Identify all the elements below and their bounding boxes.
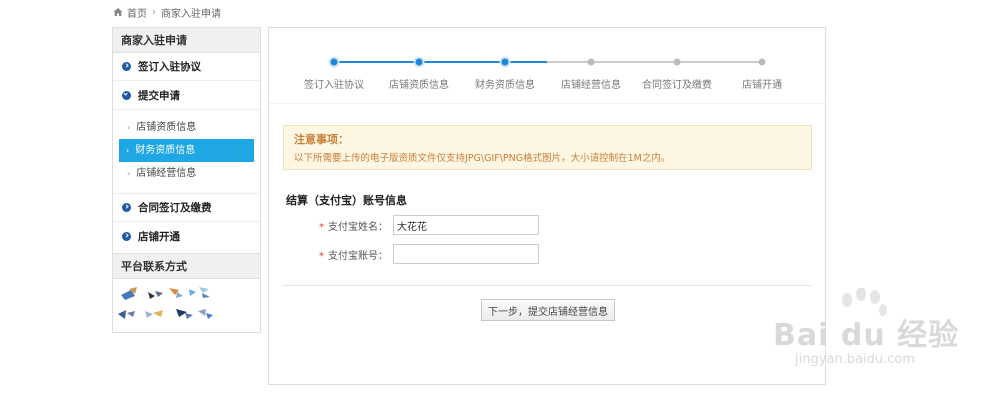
progress-dot [330, 58, 338, 66]
progress-track [328, 56, 766, 68]
sidebar-subitem-finance-qualification[interactable]: › 财务资质信息 [119, 139, 254, 162]
notice-box: 注意事项： 以下所需要上传的电子版资质文件仅支持JPG\GIF\PNG格式图片，… [283, 125, 812, 170]
chevron-circle-right-icon [122, 62, 131, 71]
chevron-right-icon: › [126, 146, 130, 155]
required-mark: * [319, 221, 324, 233]
progress-dot [501, 58, 509, 66]
sidebar-sublist: › 店铺资质信息 › 财务资质信息 › 店铺经营信息 [113, 109, 260, 194]
sidebar-title: 商家入驻申请 [113, 28, 260, 53]
notice-body: 以下所需要上传的电子版资质文件仅支持JPG\GIF\PNG格式图片，大小请控制在… [294, 153, 671, 164]
progress-dot [587, 58, 595, 66]
alipay-account-input[interactable] [393, 244, 539, 264]
section-title: 结算（支付宝）账号信息 [286, 194, 407, 207]
contact-image-pixelated [113, 279, 260, 329]
progress-step-label: 财务资质信息 [475, 80, 535, 91]
chevron-circle-right-icon [122, 203, 131, 212]
sidebar-subitem-label: 财务资质信息 [135, 145, 196, 156]
sidebar-subitem-shop-qualification[interactable]: › 店铺资质信息 [113, 116, 260, 139]
sidebar-step-submit[interactable]: 提交申请 [113, 81, 260, 109]
alipay-name-row: * 支付宝姓名： [269, 215, 539, 235]
alipay-account-label: * 支付宝账号： [269, 247, 393, 262]
sidebar-step-label: 合同签订及缴费 [138, 202, 212, 214]
breadcrumb-home-link[interactable]: 首页 [127, 5, 147, 20]
progress-step-label: 店铺经营信息 [561, 80, 621, 91]
breadcrumb-current: 商家入驻申请 [161, 8, 221, 20]
progress-dot [673, 58, 681, 66]
baidu-watermark: Bai du 经验 jingyan.baidu.com [765, 288, 958, 370]
next-step-button[interactable]: 下一步，提交店铺经营信息 [481, 299, 615, 321]
chevron-circle-down-icon [122, 90, 131, 100]
progress-step-label: 店铺开通 [742, 80, 782, 91]
alipay-name-label: * 支付宝姓名： [269, 218, 393, 233]
contact-title: 平台联系方式 [113, 253, 260, 279]
progress-dot [758, 58, 766, 66]
progress-dot [415, 58, 423, 66]
main-panel: 签订入驻协议 店铺资质信息 财务资质信息 店铺经营信息 合同签订及缴费 店铺开通 注意事项… [268, 27, 826, 385]
progress-step-label: 签订入驻协议 [304, 80, 364, 91]
sidebar-step-agreement[interactable]: 签订入驻协议 [113, 53, 260, 81]
required-mark: * [319, 250, 324, 262]
sidebar-step-label: 签订入驻协议 [138, 61, 201, 73]
chevron-right-icon: › [127, 169, 131, 178]
alipay-account-row: * 支付宝账号： [269, 244, 539, 264]
sidebar-subitem-label: 店铺经营信息 [136, 168, 197, 179]
watermark-text: Bai du 经验 [773, 318, 960, 353]
chevron-right-icon: › [152, 6, 156, 18]
label-text: 支付宝账号： [328, 250, 388, 262]
home-icon [113, 8, 123, 16]
chevron-circle-right-icon [122, 231, 131, 241]
progress-step-label: 店铺资质信息 [389, 80, 449, 91]
progress-step-label: 合同签订及缴费 [642, 80, 712, 91]
watermark-url: jingyan.baidu.com [795, 352, 915, 367]
sidebar-step-open-shop[interactable]: 店铺开通 [113, 222, 260, 250]
progress-steps: 签订入驻协议 店铺资质信息 财务资质信息 店铺经营信息 合同签订及缴费 店铺开通 [269, 28, 825, 104]
divider [283, 285, 812, 286]
sidebar-step-label: 提交申请 [138, 89, 180, 102]
sidebar-subitem-label: 店铺资质信息 [136, 122, 197, 133]
breadcrumb: 首页 › 商家入驻申请 [113, 5, 221, 20]
notice-title: 注意事项： [294, 133, 349, 146]
alipay-name-input[interactable] [393, 215, 539, 235]
chevron-right-icon: › [127, 123, 131, 132]
sidebar-step-label: 店铺开通 [138, 230, 180, 243]
sidebar-subitem-shop-operation[interactable]: › 店铺经营信息 [113, 162, 260, 185]
label-text: 支付宝姓名： [328, 221, 388, 233]
sidebar-step-contract[interactable]: 合同签订及缴费 [113, 194, 260, 222]
sidebar: 商家入驻申请 签订入驻协议 提交申请 › 店铺资质信息 › 财务资质信息 › 店铺经营… [112, 27, 261, 333]
